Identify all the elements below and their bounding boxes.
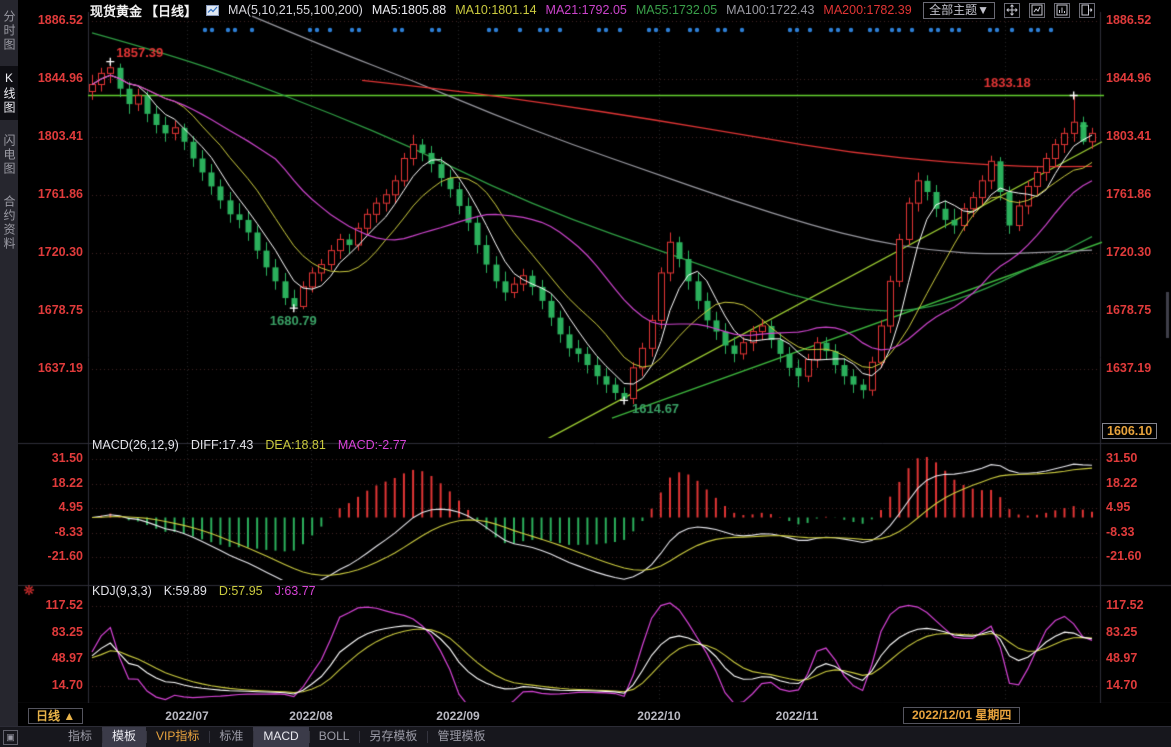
dea-readout: DEA:18.81	[265, 438, 325, 452]
axis-label: 1637.19	[38, 361, 83, 375]
month-label: 2022/10	[637, 709, 680, 723]
axis-label: 117.52	[45, 598, 83, 612]
tab-standard[interactable]: 标准	[209, 727, 253, 747]
diff-readout: DIFF:17.43	[191, 438, 254, 452]
axis-min-price-box: 1606.10	[1102, 423, 1157, 439]
axis-label: 1803.41	[38, 129, 83, 143]
axis-label: 1678.75	[38, 303, 83, 317]
ma200-readout: MA200:1782.39	[823, 3, 911, 17]
axis-label: 1720.30	[38, 245, 83, 259]
tab-manage-templates[interactable]: 管理模板	[427, 727, 495, 747]
chart-icon	[206, 5, 219, 16]
sidebar: 分时图 K线图 闪电图 合约资料	[0, 0, 18, 747]
chart-canvas[interactable]	[0, 0, 1171, 747]
axis-label: 14.70	[1106, 678, 1137, 692]
app-window: 分时图 K线图 闪电图 合约资料 现货黄金 【日线】 MA(5,10,21,55…	[0, 0, 1171, 747]
axis-label: 1886.52	[38, 13, 83, 27]
tab-macd[interactable]: MACD	[253, 727, 308, 747]
axis-label: 48.97	[1106, 651, 1137, 665]
tab-save-template[interactable]: 另存模板	[359, 727, 427, 747]
line-chart-window-icon[interactable]	[1029, 3, 1045, 18]
axis-label: 1761.86	[38, 187, 83, 201]
axis-label: 4.95	[1106, 500, 1130, 514]
macd-panel-header: MACD(26,12,9) DIFF:17.43 DEA:18.81 MACD:…	[92, 438, 407, 452]
ma100-readout: MA100:1722.43	[726, 3, 814, 17]
ma10-readout: MA10:1801.14	[455, 3, 536, 17]
pan-crosshair-icon[interactable]	[1004, 3, 1020, 18]
symbol-name: 现货黄金	[90, 1, 142, 20]
axis-label: -8.33	[55, 525, 84, 539]
axis-label: 48.97	[52, 651, 83, 665]
ma5-readout: MA5:1805.88	[372, 3, 446, 17]
bottom-menu-icon[interactable]: ▣	[3, 730, 18, 745]
bottom-toolbar: ▣ 指标 模板 VIP指标 标准 MACD BOLL 另存模板 管理模板	[0, 726, 1171, 747]
axis-label: 1844.96	[1106, 71, 1151, 85]
ma21-readout: MA21:1792.05	[546, 3, 627, 17]
expand-panel-icon[interactable]	[1079, 3, 1095, 18]
month-label: 2022/08	[289, 709, 332, 723]
axis-label: 18.22	[52, 476, 83, 490]
date-axis: 日线 ▲ 2022/07 2022/08 2022/09 2022/10 202…	[18, 703, 1171, 727]
axis-label: 1803.41	[1106, 129, 1151, 143]
macd-readout: MACD:-2.77	[338, 438, 407, 452]
sidebar-item-lightning-chart[interactable]: 闪电图	[0, 129, 18, 181]
kdj-panel-header: KDJ(9,3,3) K:59.89 D:57.95 J:63.77	[92, 584, 316, 598]
axis-label: 83.25	[1106, 625, 1137, 639]
right-price-axis: 1886.52 1844.96 1803.41 1761.86 1720.30 …	[1103, 0, 1169, 700]
axis-label: 31.50	[1106, 451, 1137, 465]
axis-label: 1720.30	[1106, 245, 1151, 259]
axis-label: 14.70	[52, 678, 83, 692]
sidebar-item-time-chart[interactable]: 分时图	[0, 5, 18, 57]
axis-label: 18.22	[1106, 476, 1137, 490]
axis-label: 83.25	[52, 625, 83, 639]
axis-label: 4.95	[59, 500, 83, 514]
ma55-readout: MA55:1732.05	[636, 3, 717, 17]
tab-vip-indicators[interactable]: VIP指标	[146, 727, 209, 747]
axis-label: -21.60	[48, 549, 83, 563]
ma-settings-label: MA(5,10,21,55,100,200)	[228, 3, 363, 17]
tab-boll[interactable]: BOLL	[309, 727, 360, 747]
tab-templates[interactable]: 模板	[102, 727, 146, 747]
axis-label: 1678.75	[1106, 303, 1151, 317]
period-selector[interactable]: 日线 ▲	[28, 708, 83, 724]
axis-label: -8.33	[1106, 525, 1135, 539]
sidebar-item-contract-info[interactable]: 合约资料	[0, 190, 18, 256]
axis-label: 31.50	[52, 451, 83, 465]
macd-title: MACD(26,12,9)	[92, 438, 179, 452]
d-readout: D:57.95	[219, 584, 263, 598]
axis-label: 1844.96	[38, 71, 83, 85]
month-label: 2022/09	[436, 709, 479, 723]
axis-label: -21.60	[1106, 549, 1141, 563]
axis-label: 1637.19	[1106, 361, 1151, 375]
bar-chart-window-icon[interactable]	[1054, 3, 1070, 18]
k-readout: K:59.89	[164, 584, 207, 598]
axis-label: 1886.52	[1106, 13, 1151, 27]
tab-indicators[interactable]: 指标	[58, 727, 102, 747]
left-price-axis: 1886.52 1844.96 1803.41 1761.86 1720.30 …	[18, 0, 85, 700]
month-label: 2022/11	[776, 709, 819, 723]
sidebar-item-kline-chart[interactable]: K线图	[0, 66, 18, 120]
month-label: 2022/07	[165, 709, 208, 723]
period-tag: 【日线】	[145, 1, 197, 20]
chart-header: 现货黄金 【日线】 MA(5,10,21,55,100,200) MA5:180…	[18, 0, 1171, 20]
current-date-label: 2022/12/01 星期四	[903, 707, 1020, 724]
axis-label: 117.52	[1106, 598, 1144, 612]
axis-label: 1761.86	[1106, 187, 1151, 201]
kdj-title: KDJ(9,3,3)	[92, 584, 152, 598]
theme-selector-button[interactable]: 全部主题▼	[923, 2, 995, 19]
j-readout: J:63.77	[275, 584, 316, 598]
